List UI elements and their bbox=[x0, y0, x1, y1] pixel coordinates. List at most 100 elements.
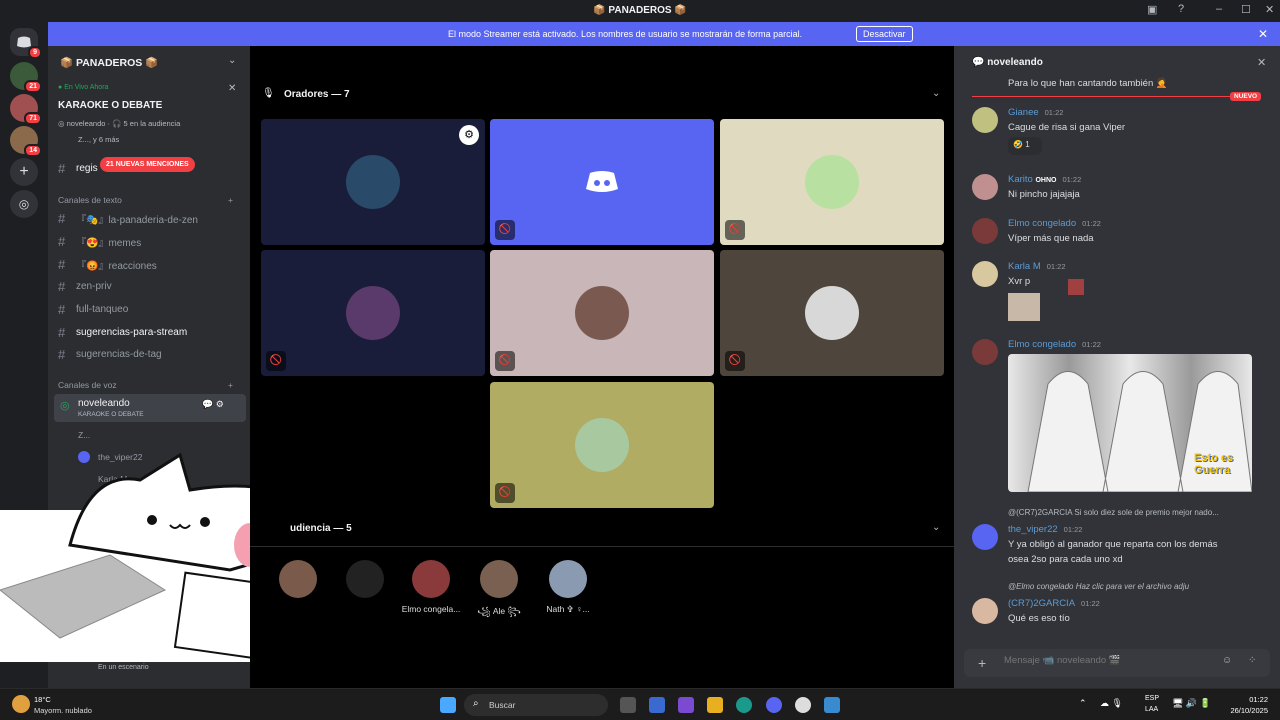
streamer-mode-text: El modo Streamer está activado. Los nomb… bbox=[448, 29, 803, 39]
minimize-button[interactable]: – bbox=[1216, 3, 1222, 15]
audience-member[interactable]: Nath ✞ ♀... bbox=[530, 560, 606, 615]
server-icon-2[interactable]: 71 bbox=[10, 94, 42, 125]
attached-image[interactable]: Esto es Guerra bbox=[1008, 354, 1252, 492]
audience-label: udiencia — 5 bbox=[290, 523, 352, 534]
reaction-chip[interactable]: 🤣 1 bbox=[1008, 137, 1042, 155]
image-caption: Esto es Guerra bbox=[1194, 452, 1234, 476]
message-time: 01:22 bbox=[1044, 108, 1064, 117]
task-view-icon[interactable] bbox=[620, 697, 636, 713]
audience-member[interactable] bbox=[327, 560, 403, 604]
lang-indicator[interactable]: ESP bbox=[1145, 695, 1159, 702]
speaker-tile[interactable]: 🚫 bbox=[490, 250, 714, 376]
message-time: 01:22 bbox=[1081, 599, 1100, 608]
collapse-speakers-icon[interactable]: ⌄ bbox=[932, 88, 940, 99]
clock-time[interactable]: 01:22 bbox=[1226, 695, 1268, 704]
add-channel-icon[interactable]: + bbox=[228, 380, 233, 390]
channel-item[interactable]: # zen-priv bbox=[58, 276, 244, 296]
audience-member[interactable]: Elmo congela... bbox=[393, 560, 469, 614]
explore-icon[interactable]: ◎ bbox=[10, 190, 38, 218]
search-box[interactable]: ⌕ Buscar bbox=[464, 694, 608, 716]
message-time: 01:22 bbox=[1082, 340, 1101, 349]
region-indicator: LAA bbox=[1145, 706, 1159, 713]
collapse-audience-icon[interactable]: ⌄ bbox=[932, 522, 940, 533]
reply-preview[interactable]: @Elmo congelado Haz clic para ver el arc… bbox=[1008, 582, 1189, 591]
event-title[interactable]: KARAOKE O DEBATE bbox=[58, 100, 162, 111]
avatar bbox=[575, 286, 629, 340]
add-attachment-icon[interactable]: + bbox=[978, 655, 986, 671]
channel-item[interactable]: # 『🎭』la-panaderia-de-zen bbox=[58, 208, 244, 228]
voice-user[interactable]: Z... bbox=[78, 430, 90, 440]
speaker-tile[interactable]: 🚫 bbox=[490, 119, 714, 245]
edge-icon[interactable] bbox=[736, 697, 752, 713]
channel-item[interactable]: # 『😍』memes bbox=[58, 231, 244, 251]
message-time: 01:22 bbox=[1082, 219, 1101, 228]
copilot-icon[interactable] bbox=[678, 697, 694, 713]
close-chat-icon[interactable]: ✕ bbox=[1257, 56, 1266, 69]
author-tag: OHNO bbox=[1035, 177, 1057, 184]
discord-taskbar-icon[interactable] bbox=[766, 697, 782, 713]
voice-channel-item[interactable]: ◎ noveleando KARAOKE O DEBATE 💬 ⚙ bbox=[54, 394, 246, 422]
weather-icon[interactable] bbox=[12, 695, 30, 713]
avatar bbox=[972, 598, 998, 624]
add-server-icon[interactable]: + bbox=[10, 158, 38, 186]
chevron-down-icon[interactable]: ⌄ bbox=[228, 55, 236, 66]
audience-name: Nath ✞ ♀... bbox=[546, 604, 590, 614]
sticker-image[interactable] bbox=[1008, 293, 1040, 321]
speaker-tile[interactable]: 🚫 bbox=[261, 250, 485, 376]
close-event-icon[interactable]: ✕ bbox=[228, 83, 236, 94]
author-name: Karito bbox=[1008, 174, 1033, 185]
discord-home-icon[interactable]: 9 bbox=[10, 28, 42, 59]
speaker-tile[interactable]: ⚙ bbox=[261, 119, 485, 245]
message-text: Víper más que nada bbox=[1008, 233, 1094, 244]
channel-item[interactable]: # 『😡』reacciones bbox=[58, 254, 244, 274]
voice-category[interactable]: Canales de voz + bbox=[58, 380, 233, 390]
app-icon[interactable] bbox=[824, 697, 840, 713]
close-window-button[interactable]: ✕ bbox=[1265, 3, 1274, 16]
avatar bbox=[346, 560, 384, 598]
mentions-pill[interactable]: 21 NUEVAS MENCIONES bbox=[100, 157, 195, 172]
channel-label: sugerencias-para-stream bbox=[76, 326, 188, 338]
speaker-tile[interactable]: 🚫 bbox=[720, 119, 944, 245]
emoji-icon[interactable]: ☺ bbox=[1222, 655, 1232, 666]
channel-item-unread[interactable]: # sugerencias-para-stream bbox=[58, 322, 244, 342]
voice-settings-icon[interactable]: 💬 ⚙ bbox=[202, 399, 224, 410]
add-channel-icon[interactable]: + bbox=[228, 195, 233, 205]
tray-icons[interactable]: ☁ 🎙 bbox=[1100, 698, 1123, 709]
message-input[interactable] bbox=[1004, 655, 1214, 666]
home-badge: 9 bbox=[28, 46, 42, 59]
apps-icon[interactable]: ⁘ bbox=[1248, 655, 1256, 666]
clock-date: 26/10/2025 bbox=[1230, 706, 1268, 715]
channel-item[interactable]: # full-tanqueo bbox=[58, 299, 244, 319]
channel-item[interactable]: # sugerencias-de-tag bbox=[58, 344, 244, 364]
muted-icon: 🚫 bbox=[725, 351, 745, 371]
weather-temp[interactable]: 18°C bbox=[34, 695, 51, 704]
muted-icon: 🚫 bbox=[495, 220, 515, 240]
server-icon-1[interactable]: 21 bbox=[10, 62, 42, 93]
audience-count: 5 en la audiencia bbox=[123, 119, 181, 128]
server-name[interactable]: 📦 PANADEROS 📦 bbox=[60, 56, 158, 69]
close-banner-icon[interactable]: ✕ bbox=[1258, 27, 1268, 41]
file-explorer-icon[interactable] bbox=[707, 697, 723, 713]
avatar bbox=[805, 286, 859, 340]
audience-member[interactable] bbox=[260, 560, 336, 604]
speaker-tile[interactable]: 🚫 bbox=[490, 382, 714, 508]
channel-label: regis bbox=[76, 162, 98, 174]
speaker-tile[interactable]: 🚫 bbox=[720, 250, 944, 376]
message-text: Xvr p bbox=[1008, 276, 1031, 287]
reply-preview[interactable]: @(CR7)2GARCIA Si solo diez sole de premi… bbox=[1008, 508, 1219, 517]
text-category[interactable]: Canales de texto + bbox=[58, 195, 233, 205]
deactivate-button[interactable]: Desactivar bbox=[856, 26, 913, 42]
inbox-icon[interactable]: ▣ bbox=[1147, 3, 1157, 16]
message-text: Para lo que han cantando también 🤦 bbox=[1008, 78, 1168, 89]
help-icon[interactable]: ? bbox=[1178, 3, 1184, 15]
server-icon-3[interactable]: 14 bbox=[10, 126, 42, 157]
start-icon[interactable] bbox=[440, 697, 456, 713]
tray-chevron-icon[interactable]: ⌃ bbox=[1079, 698, 1087, 709]
avatar bbox=[412, 560, 450, 598]
network-volume-icons[interactable]: 🖥 🔊 🔋 bbox=[1172, 698, 1211, 709]
app-icon[interactable] bbox=[795, 697, 811, 713]
audience-member[interactable]: ꧁ Ale ꧂ bbox=[461, 560, 537, 622]
avatar bbox=[972, 339, 998, 365]
maximize-button[interactable]: ☐ bbox=[1241, 3, 1251, 16]
store-icon[interactable] bbox=[649, 697, 665, 713]
